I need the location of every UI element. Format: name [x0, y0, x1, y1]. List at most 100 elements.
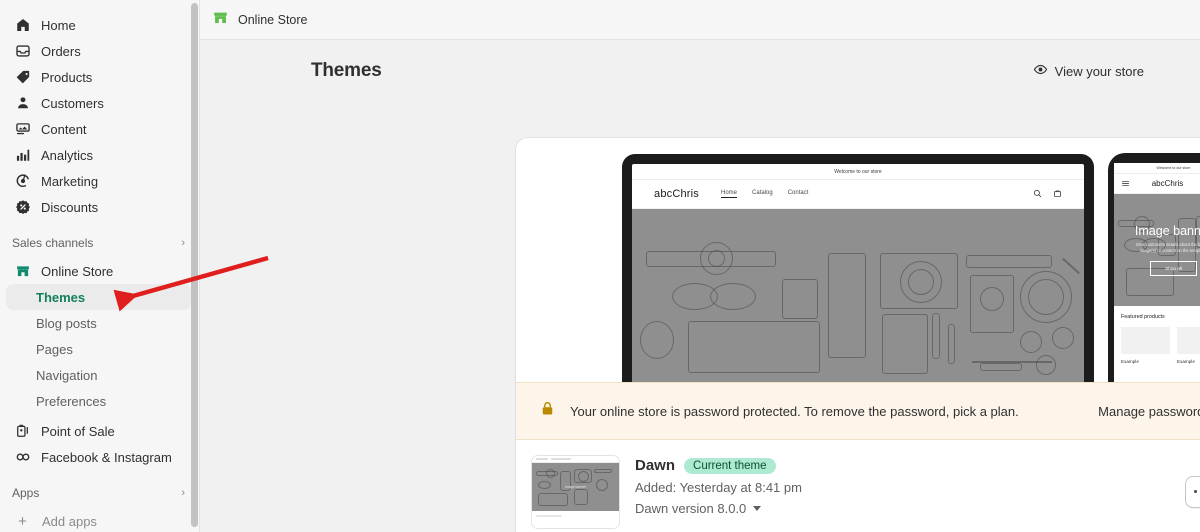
sidebar-subitem-label: Themes — [36, 289, 86, 305]
store-nav: Home Catalog Contact — [721, 190, 808, 198]
thumbnail-footer — [532, 511, 619, 528]
theme-version-dropdown[interactable]: Dawn version 8.0.0 — [635, 501, 1169, 516]
sidebar-item-label: Customers — [41, 95, 104, 111]
topbar-title: Online Store — [238, 12, 308, 27]
sidebar-item-label: Content — [41, 121, 87, 137]
eye-icon — [1033, 62, 1048, 80]
orders-inbox-icon — [14, 43, 31, 60]
desktop-hero-placeholder — [632, 209, 1084, 382]
desktop-announcement-bar: Welcome to our store — [632, 164, 1084, 180]
sidebar-item-facebook-instagram[interactable]: Facebook & Instagram — [6, 444, 191, 470]
sidebar-item-label: Products — [41, 69, 93, 85]
shopify-admin-window: Home Orders Products Customers Content A… — [0, 0, 1200, 532]
apps-label: Apps — [12, 486, 40, 500]
sidebar-item-themes[interactable]: Themes — [6, 284, 191, 310]
cart-icon — [1053, 185, 1062, 203]
sidebar-item-label: Orders — [41, 43, 81, 59]
search-icon — [1033, 185, 1042, 203]
password-protection-banner: Your online store is password protected.… — [516, 382, 1200, 440]
product-card[interactable]: Example — [1177, 327, 1200, 364]
sidebar-item-products[interactable]: Products — [6, 64, 191, 90]
view-your-store-button[interactable]: View your store — [1033, 62, 1144, 80]
sidebar-item-label: Marketing — [41, 173, 99, 189]
sidebar-item-customers[interactable]: Customers — [6, 90, 191, 116]
mobile-preview-frame[interactable]: Welcome to our store abcChris Image bann… — [1108, 153, 1200, 382]
theme-thumbnail[interactable]: Image banner — [532, 456, 619, 528]
mobile-store-header: abcChris — [1114, 174, 1200, 194]
store-logo: abcChris — [1151, 179, 1184, 188]
sidebar-item-label: Discounts — [41, 199, 99, 215]
add-apps-button[interactable]: + Add apps — [6, 508, 191, 532]
sidebar-item-label: Analytics — [41, 147, 94, 163]
store-nav-home[interactable]: Home — [721, 190, 738, 198]
product-card[interactable]: Example — [1121, 327, 1170, 364]
online-store-icon — [212, 9, 229, 31]
password-banner-message: Your online store is password protected.… — [570, 403, 1019, 419]
sidebar-item-preferences[interactable]: Preferences — [6, 388, 191, 414]
store-logo: abcChris — [654, 188, 700, 200]
main-content: Online Store Themes View your store Welc… — [200, 0, 1200, 532]
hamburger-menu-icon[interactable] — [1121, 175, 1130, 193]
marketing-target-icon — [14, 173, 31, 190]
store-nav-catalog[interactable]: Catalog — [752, 190, 773, 198]
mobile-hero-shop-all-button[interactable]: Shop all — [1150, 261, 1197, 277]
sidebar-item-label: Home — [41, 17, 76, 33]
sidebar: Home Orders Products Customers Content A… — [0, 0, 200, 532]
theme-name: Dawn — [635, 457, 676, 474]
product-name: Example — [1121, 359, 1139, 364]
sidebar-scrollbar[interactable] — [191, 3, 198, 527]
current-theme-badge: Current theme — [684, 457, 776, 474]
sidebar-subitem-label: Navigation — [36, 367, 98, 383]
lock-icon — [539, 400, 556, 422]
manage-password-button[interactable]: Manage password — [1090, 398, 1200, 425]
facebook-instagram-icon — [14, 449, 31, 466]
page-header: Themes View your store — [200, 40, 1200, 82]
view-your-store-label: View your store — [1054, 63, 1144, 79]
products-tag-icon — [14, 69, 31, 86]
sidebar-item-label: Online Store — [41, 263, 114, 279]
home-icon — [14, 17, 31, 34]
desktop-store-header: abcChris Home Catalog Contact — [632, 180, 1084, 209]
analytics-bars-icon — [14, 147, 31, 164]
sidebar-item-marketing[interactable]: Marketing — [6, 168, 191, 194]
discounts-percent-icon — [14, 199, 31, 216]
sidebar-item-discounts[interactable]: Discounts — [6, 194, 191, 220]
theme-list-row: Image banner Dawn Current theme Added: Y… — [516, 440, 1200, 528]
apps-section-header[interactable]: Apps › — [12, 480, 191, 506]
desktop-preview-screen: Welcome to our store abcChris Home Catal… — [632, 164, 1084, 382]
sidebar-item-content[interactable]: Content — [6, 116, 191, 142]
chevron-right-icon: › — [181, 237, 185, 249]
online-store-icon — [14, 263, 31, 280]
product-image — [1177, 327, 1200, 354]
thumbnail-hero: Image banner — [532, 463, 619, 511]
product-image — [1121, 327, 1170, 354]
desktop-preview-frame[interactable]: Welcome to our store abcChris Home Catal… — [622, 154, 1094, 382]
sidebar-item-orders[interactable]: Orders — [6, 38, 191, 64]
sidebar-subitem-label: Blog posts — [36, 315, 97, 331]
placeholder-illustration — [632, 209, 1084, 382]
point-of-sale-icon — [14, 423, 31, 440]
chevron-right-icon: › — [181, 487, 185, 499]
mobile-hero-title: Image banner — [1134, 223, 1200, 238]
mobile-hero-section: Image banner Give customers details abou… — [1114, 194, 1200, 306]
mobile-preview-screen: Welcome to our store abcChris Image bann… — [1114, 163, 1200, 382]
sidebar-item-home[interactable]: Home — [6, 12, 191, 38]
featured-products-grid: Example Example — [1121, 327, 1200, 364]
sidebar-item-analytics[interactable]: Analytics — [6, 142, 191, 168]
sidebar-item-label: Point of Sale — [41, 423, 115, 439]
sidebar-subitem-label: Preferences — [36, 393, 107, 409]
sidebar-item-blog-posts[interactable]: Blog posts — [6, 310, 191, 336]
theme-actions: Customize — [1185, 456, 1200, 508]
sidebar-item-online-store[interactable]: Online Store — [6, 258, 191, 284]
page-title: Themes — [311, 60, 382, 81]
sales-channels-section-header[interactable]: Sales channels › — [12, 230, 191, 256]
store-nav-contact[interactable]: Contact — [788, 190, 809, 198]
mobile-hero-subtitle: Give customers details about the banner … — [1135, 241, 1200, 253]
sidebar-item-navigation[interactable]: Navigation — [6, 362, 191, 388]
sidebar-item-pages[interactable]: Pages — [6, 336, 191, 362]
more-actions-button[interactable] — [1185, 475, 1200, 508]
mobile-featured-products-section: Featured products Example Example — [1114, 306, 1200, 364]
content-media-icon — [14, 121, 31, 138]
sidebar-item-point-of-sale[interactable]: Point of Sale — [6, 418, 191, 444]
theme-info: Dawn Current theme Added: Yesterday at 8… — [635, 456, 1169, 516]
